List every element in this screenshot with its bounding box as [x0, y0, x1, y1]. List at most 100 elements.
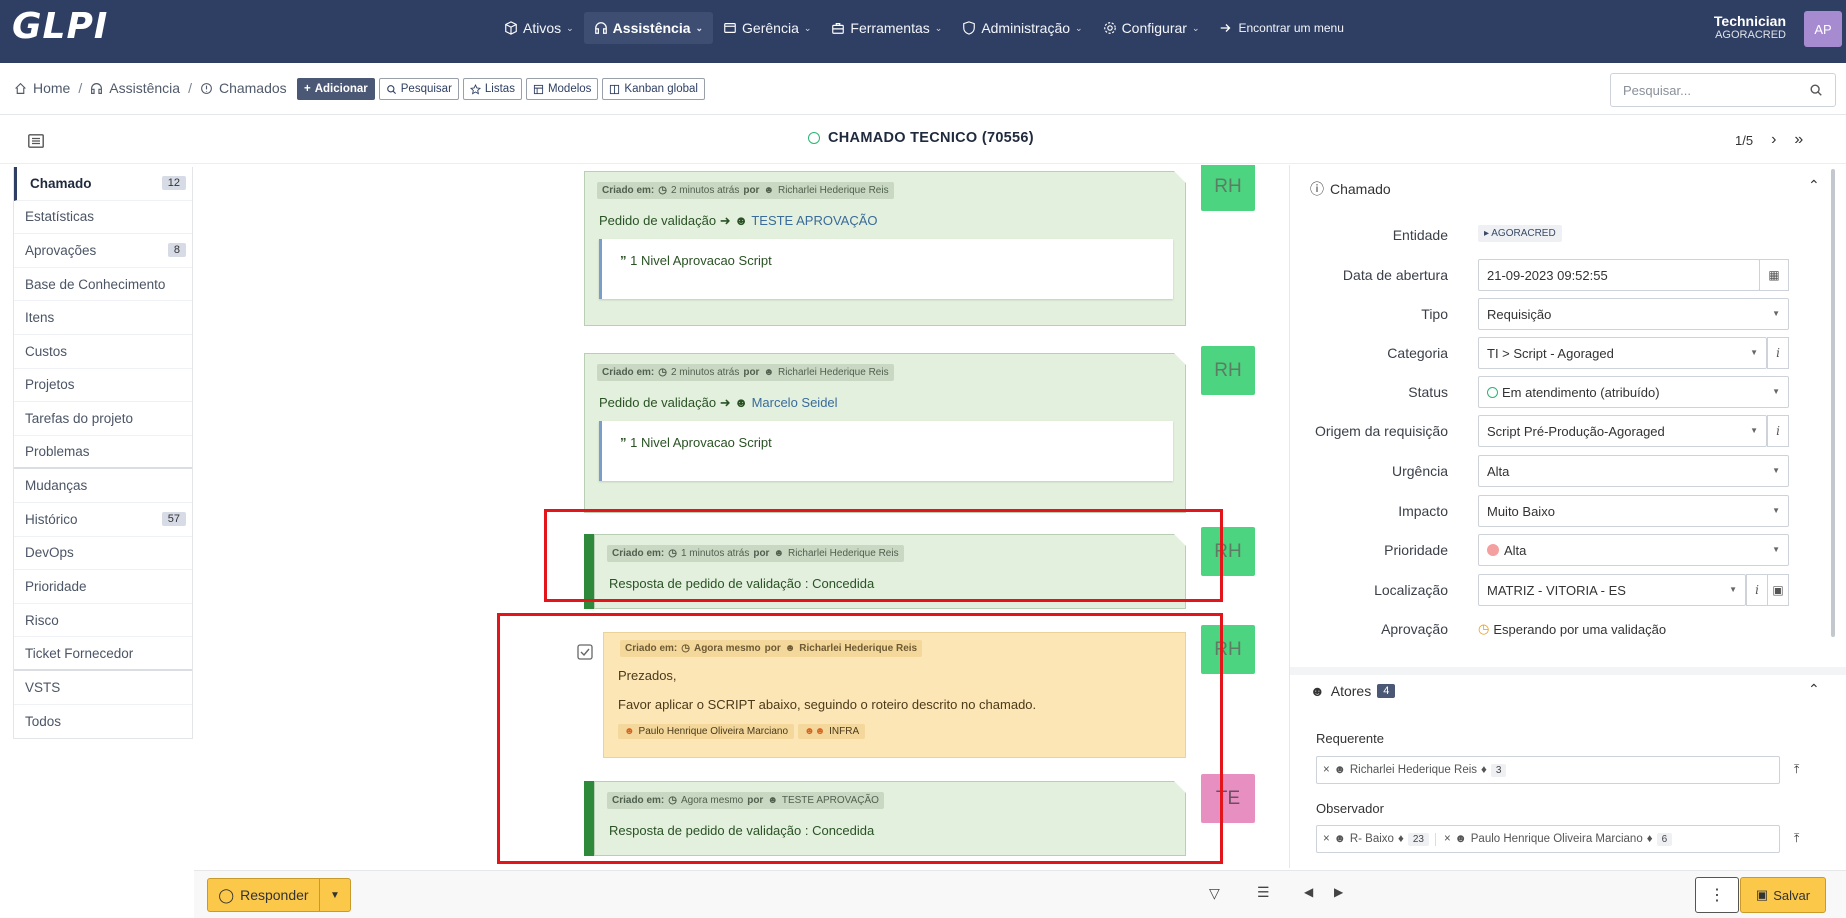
status-select[interactable]: Em atendimento (atribuído) ▼ — [1478, 376, 1789, 408]
toggle-tabs-icon[interactable] — [28, 134, 44, 148]
requester-field[interactable]: × ☻ Richarlei Hederique Reis ♦ 3 — [1316, 756, 1780, 784]
location-select[interactable]: MATRIZ - VITORIA - ES ▼ — [1478, 574, 1746, 606]
section-header-chamado[interactable]: ⓘ Chamado — [1310, 179, 1391, 199]
user-icon: ☻ — [1333, 833, 1346, 845]
avatar[interactable]: RH — [1201, 346, 1255, 395]
user-icon: ☻ — [763, 185, 774, 196]
double-chevron-right-icon[interactable]: » — [1794, 131, 1803, 149]
tab-risco[interactable]: Risco — [14, 604, 192, 638]
expand-panel-icon[interactable]: ▶ — [1334, 885, 1343, 899]
alert-circle-icon: ⓘ — [1310, 181, 1324, 197]
lists-button[interactable]: Listas — [462, 78, 522, 100]
type-select[interactable]: Requisição ▼ — [1478, 298, 1789, 330]
breadcrumb-home[interactable]: Home — [33, 80, 70, 96]
tab-mudancas[interactable]: Mudanças — [14, 469, 192, 503]
user-avatar[interactable]: AP — [1804, 11, 1842, 47]
remove-icon[interactable]: × — [1323, 764, 1330, 776]
tab-projetos[interactable]: Projetos — [14, 369, 192, 403]
collapse-panel-icon[interactable]: ◀ — [1304, 885, 1313, 899]
entity-badge[interactable]: ▸ AGORACRED — [1478, 225, 1562, 242]
assign-myself-icon[interactable]: ⤒ — [1794, 762, 1799, 777]
priority-select[interactable]: Alta ▼ — [1478, 534, 1789, 566]
menu-configurar[interactable]: Configurar ⌄ — [1093, 12, 1210, 44]
category-select[interactable]: TI > Script - Agoraged ▼ — [1478, 337, 1767, 369]
actor-chip[interactable]: × ☻ Richarlei Hederique Reis ♦ 3 — [1323, 763, 1512, 777]
info-icon[interactable]: i — [1767, 415, 1789, 447]
assign-myself-icon[interactable]: ⤒ — [1794, 831, 1799, 846]
search-button[interactable]: Pesquisar — [378, 78, 459, 100]
chevron-down-icon: ⌄ — [803, 22, 812, 33]
kanban-button[interactable]: Kanban global — [602, 78, 705, 100]
tab-label: Mudanças — [25, 478, 88, 494]
breadcrumb-section[interactable]: Assistência — [109, 80, 180, 96]
list-check-icon[interactable]: ☰ — [1257, 884, 1270, 901]
menu-gerencia[interactable]: Gerência ⌄ — [713, 12, 821, 44]
bell-icon[interactable]: ♦ — [1481, 764, 1487, 776]
section-header-atores[interactable]: ☻ Atores 4 — [1310, 683, 1396, 699]
tab-itens[interactable]: Itens — [14, 301, 192, 335]
info-icon[interactable]: i — [1767, 337, 1789, 369]
tab-problemas[interactable]: Problemas — [14, 436, 192, 470]
filter-icon[interactable]: ▽ — [1209, 885, 1220, 902]
glpi-logo[interactable]: GLPI — [12, 6, 108, 47]
validation-target[interactable]: TESTE APROVAÇÃO — [751, 213, 877, 228]
menu-ferramentas[interactable]: Ferramentas ⌄ — [821, 12, 952, 44]
calendar-icon[interactable]: ▦ — [1759, 259, 1789, 291]
observer-field[interactable]: × ☻ R- Baixo ♦ 23 × ☻ Paulo Henrique Oliveira … — [1316, 825, 1780, 853]
models-button[interactable]: Modelos — [525, 78, 599, 100]
clock-icon: ◷ — [1478, 621, 1490, 636]
request-source-select[interactable]: Script Pré-Produção-Agoraged ▼ — [1478, 415, 1767, 447]
wallet-icon — [724, 23, 736, 33]
avatar[interactable]: RH — [1201, 165, 1255, 211]
breadcrumb-page[interactable]: Chamados — [219, 80, 287, 96]
save-button[interactable]: ▣ Salvar — [1740, 877, 1826, 913]
tab-estatisticas[interactable]: Estatísticas — [14, 201, 192, 235]
tab-label: Prioridade — [25, 578, 87, 594]
user-menu[interactable]: Technician AGORACRED — [1714, 13, 1786, 41]
tab-prioridade[interactable]: Prioridade — [14, 570, 192, 604]
info-icon[interactable]: i — [1746, 574, 1768, 606]
user-name: Technician — [1713, 13, 1786, 29]
ticket-header: CHAMADO TECNICO (70556) 1/5 › » — [0, 116, 1846, 164]
impact-select[interactable]: Muito Baixo ▼ — [1478, 495, 1789, 527]
tab-base-conhecimento[interactable]: Base de Conhecimento — [14, 268, 192, 302]
meta-author[interactable]: Richarlei Hederique Reis — [778, 185, 889, 196]
chevron-right-icon[interactable]: › — [1771, 131, 1776, 149]
respond-dropdown-button[interactable]: ▼ — [320, 890, 350, 901]
find-menu-link[interactable]: Encontrar um menu — [1209, 12, 1353, 44]
chevron-up-icon[interactable]: ⌃ — [1808, 177, 1820, 194]
tab-label: Ticket Fornecedor — [25, 645, 134, 661]
validation-target[interactable]: Marcelo Seidel — [752, 395, 838, 410]
respond-button[interactable]: ◯ Responder — [208, 879, 320, 911]
chevron-up-icon[interactable]: ⌃ — [1808, 681, 1820, 698]
tab-custos[interactable]: Custos — [14, 335, 192, 369]
tab-vsts[interactable]: VSTS — [14, 671, 192, 705]
panel-scrollbar[interactable] — [1831, 169, 1835, 637]
tab-ticket-fornecedor[interactable]: Ticket Fornecedor — [14, 637, 192, 671]
tab-aprovacoes[interactable]: Aprovações 8 — [14, 234, 192, 268]
urgency-select[interactable]: Alta ▼ — [1478, 455, 1789, 487]
tab-chamado[interactable]: Chamado 12 — [14, 167, 192, 201]
global-search-input[interactable]: Pesquisar... — [1610, 73, 1836, 107]
actor-chip[interactable]: × ☻ Paulo Henrique Oliveira Marciano ♦ 6 — [1444, 832, 1678, 846]
menu-ativos[interactable]: Ativos ⌄ — [494, 12, 584, 44]
remove-icon[interactable]: × — [1444, 833, 1451, 845]
bell-icon[interactable]: ♦ — [1647, 833, 1653, 845]
meta-author[interactable]: Richarlei Hederique Reis — [778, 367, 889, 378]
tab-tarefas-projeto[interactable]: Tarefas do projeto — [14, 402, 192, 436]
remove-icon[interactable]: × — [1323, 833, 1330, 845]
tab-devops[interactable]: DevOps — [14, 537, 192, 571]
status-new-icon — [808, 132, 820, 144]
add-button[interactable]: + Adicionar — [297, 78, 375, 100]
menu-assistencia[interactable]: Assistência ⌄ — [583, 12, 714, 44]
field-entidade: Entidade ▸ AGORACRED — [1290, 219, 1830, 251]
opening-date-input[interactable]: 21-09-2023 09:52:55 — [1478, 259, 1760, 291]
more-actions-button[interactable]: ⋮ — [1695, 877, 1739, 913]
validation-comment: ” 1 Nivel Aprovacao Script — [599, 239, 1173, 299]
tab-historico[interactable]: Histórico 57 — [14, 503, 192, 537]
menu-administracao[interactable]: Administração ⌄ — [952, 12, 1092, 44]
actor-chip[interactable]: × ☻ R- Baixo ♦ 23 — [1323, 832, 1436, 846]
tab-todos[interactable]: Todos — [14, 705, 192, 739]
bell-icon[interactable]: ♦ — [1398, 833, 1404, 845]
map-icon[interactable]: ▣ — [1767, 574, 1789, 606]
